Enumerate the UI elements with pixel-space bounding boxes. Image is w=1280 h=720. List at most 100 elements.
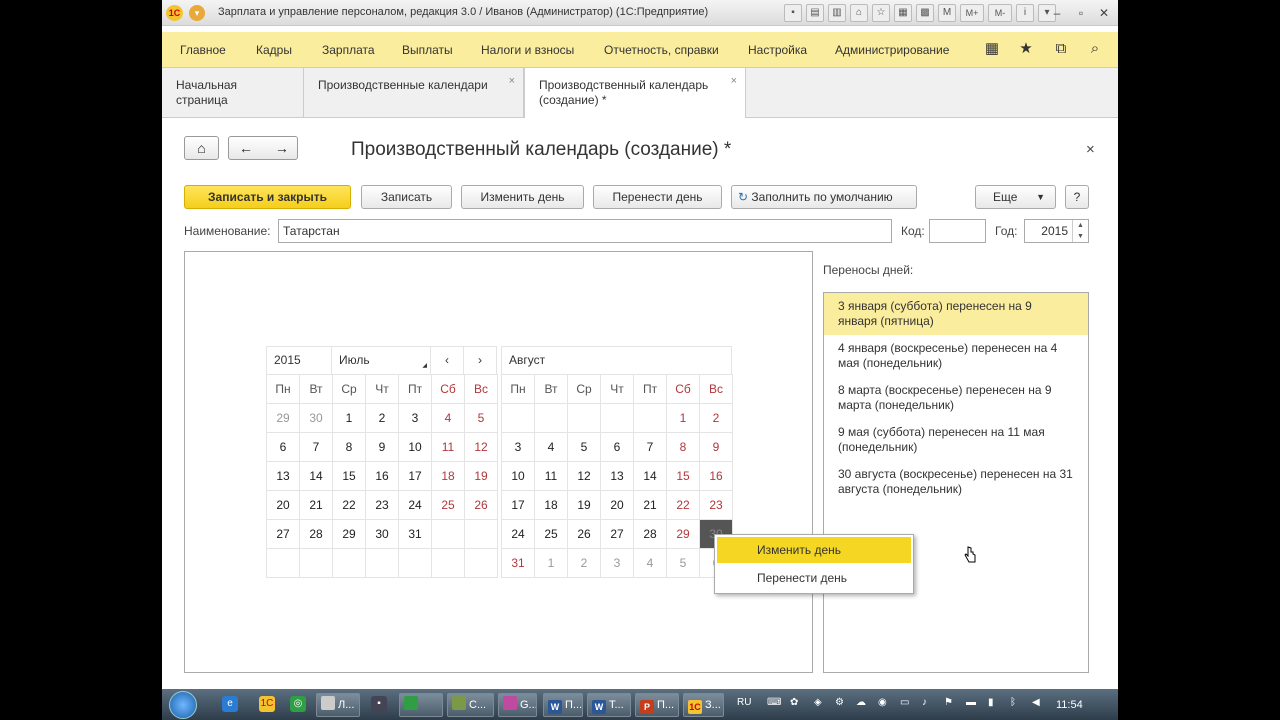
day-cell[interactable]: 28 (633, 519, 667, 549)
list-item[interactable]: 9 мая (суббота) перенесен на 11 мая (пон… (824, 419, 1088, 461)
code-field[interactable] (929, 219, 986, 243)
day-cell[interactable]: 5 (666, 548, 700, 578)
day-cell[interactable]: 24 (398, 490, 432, 520)
tab-home[interactable]: Начальная страница (162, 68, 304, 118)
day-cell[interactable]: 26 (464, 490, 498, 520)
day-cell[interactable]: 15 (666, 461, 700, 491)
tray-flower-icon[interactable]: ✿ (790, 697, 798, 708)
day-cell[interactable]: 29 (666, 519, 700, 549)
prev-month-icon[interactable]: ‹ (430, 346, 464, 375)
day-cell[interactable]: 5 (464, 403, 498, 433)
day-cell[interactable]: 23 (365, 490, 399, 520)
day-cell[interactable]: 11 (431, 432, 465, 462)
tab-calendars[interactable]: Производственные календари × (304, 68, 524, 118)
day-cell[interactable]: 7 (299, 432, 333, 462)
task-button[interactable]: W П... (543, 693, 583, 717)
day-cell[interactable]: 27 (600, 519, 634, 549)
day-cell[interactable]: 10 (398, 432, 432, 462)
memory-m-button[interactable]: M (938, 4, 956, 22)
day-cell[interactable]: 31 (501, 548, 535, 578)
floppy-icon[interactable]: ▪ (371, 696, 387, 712)
memory-plus-button[interactable]: M+ (960, 4, 984, 22)
day-cell[interactable]: 5 (567, 432, 601, 462)
menu-item-reports[interactable]: Отчетность, справки (604, 43, 719, 57)
day-cell[interactable]: 19 (464, 461, 498, 491)
day-cell[interactable]: 19 (567, 490, 601, 520)
tray-volume-icon[interactable]: ◀ (1032, 697, 1040, 708)
day-cell[interactable]: 20 (266, 490, 300, 520)
day-cell[interactable]: 14 (299, 461, 333, 491)
day-cell[interactable]: 9 (365, 432, 399, 462)
day-cell[interactable]: 3 (398, 403, 432, 433)
day-cell[interactable]: 29 (266, 403, 300, 433)
day-cell[interactable]: 22 (666, 490, 700, 520)
tray-monitor-icon[interactable]: ▭ (900, 697, 909, 708)
keyboard-icon[interactable]: ⌨ (767, 697, 781, 708)
close-icon[interactable]: × (731, 74, 737, 89)
day-cell[interactable]: 6 (600, 432, 634, 462)
day-cell[interactable]: 29 (332, 519, 366, 549)
day-cell[interactable]: 27 (266, 519, 300, 549)
day-cell[interactable]: 9 (699, 432, 733, 462)
day-cell[interactable]: 10 (501, 461, 535, 491)
menu-item-admin[interactable]: Администрирование (835, 43, 949, 57)
tray-cloud-icon[interactable]: ☁ (856, 697, 866, 708)
day-cell[interactable] (365, 548, 399, 578)
day-cell[interactable]: 16 (699, 461, 733, 491)
day-cell[interactable] (464, 519, 498, 549)
day-cell[interactable]: 26 (567, 519, 601, 549)
day-cell[interactable] (600, 403, 634, 433)
forward-arrow-icon[interactable]: → (275, 140, 289, 156)
calendar-icon[interactable]: ▩ (916, 4, 934, 22)
day-cell[interactable]: 3 (501, 432, 535, 462)
day-cell[interactable]: 11 (534, 461, 568, 491)
day-cell[interactable]: 20 (600, 490, 634, 520)
day-cell[interactable] (398, 548, 432, 578)
day-cell[interactable]: 23 (699, 490, 733, 520)
list-item[interactable]: 30 августа (воскресенье) перенесен на 31… (824, 461, 1088, 503)
day-cell[interactable]: 16 (365, 461, 399, 491)
day-cell[interactable]: 30 (365, 519, 399, 549)
day-cell[interactable] (501, 403, 535, 433)
menu-item-hr[interactable]: Кадры (256, 43, 292, 57)
chrome-icon[interactable]: ◎ (290, 696, 306, 712)
task-button[interactable]: W Т... (587, 693, 631, 717)
task-button[interactable]: 1C З... (683, 693, 724, 717)
task-button[interactable]: G... (498, 693, 537, 717)
task-button[interactable]: С... (447, 693, 494, 717)
task-button[interactable] (399, 693, 443, 717)
day-cell[interactable]: 2 (699, 403, 733, 433)
language-indicator[interactable]: RU (737, 697, 751, 708)
save-button[interactable]: Записать (361, 185, 452, 209)
menu-item-salary[interactable]: Зарплата (322, 43, 375, 57)
save-close-button[interactable]: Записать и закрыть (184, 185, 351, 209)
tray-power-icon[interactable]: ▮ (988, 697, 994, 708)
memory-minus-button[interactable]: M- (988, 4, 1012, 22)
change-day-button[interactable]: Изменить день (461, 185, 584, 209)
more-button[interactable]: Еще ▼ (975, 185, 1056, 209)
back-arrow-icon[interactable]: ← (239, 140, 253, 156)
day-cell[interactable] (534, 403, 568, 433)
day-cell[interactable] (266, 548, 300, 578)
day-cell[interactable]: 6 (266, 432, 300, 462)
app-1c-icon[interactable]: 1C (259, 696, 275, 712)
day-cell[interactable]: 4 (633, 548, 667, 578)
day-cell[interactable]: 1 (534, 548, 568, 578)
day-cell[interactable]: 24 (501, 519, 535, 549)
day-cell[interactable] (431, 519, 465, 549)
next-month-icon[interactable]: › (463, 346, 497, 375)
move-day-button[interactable]: Перенести день (593, 185, 722, 209)
search-icon[interactable]: ⌕ (1086, 40, 1104, 58)
day-cell[interactable]: 15 (332, 461, 366, 491)
day-cell[interactable]: 12 (567, 461, 601, 491)
menu-item-payments[interactable]: Выплаты (402, 43, 453, 57)
home-icon[interactable]: ⌂ (184, 136, 219, 160)
day-cell[interactable]: 2 (567, 548, 601, 578)
start-button-icon[interactable] (169, 691, 197, 719)
day-cell[interactable]: 4 (534, 432, 568, 462)
day-cell[interactable] (633, 403, 667, 433)
history-icon[interactable]: ⧉ (1052, 40, 1070, 58)
day-cell[interactable]: 1 (666, 403, 700, 433)
day-cell[interactable]: 8 (332, 432, 366, 462)
minimize-icon[interactable]: – (1047, 4, 1067, 22)
